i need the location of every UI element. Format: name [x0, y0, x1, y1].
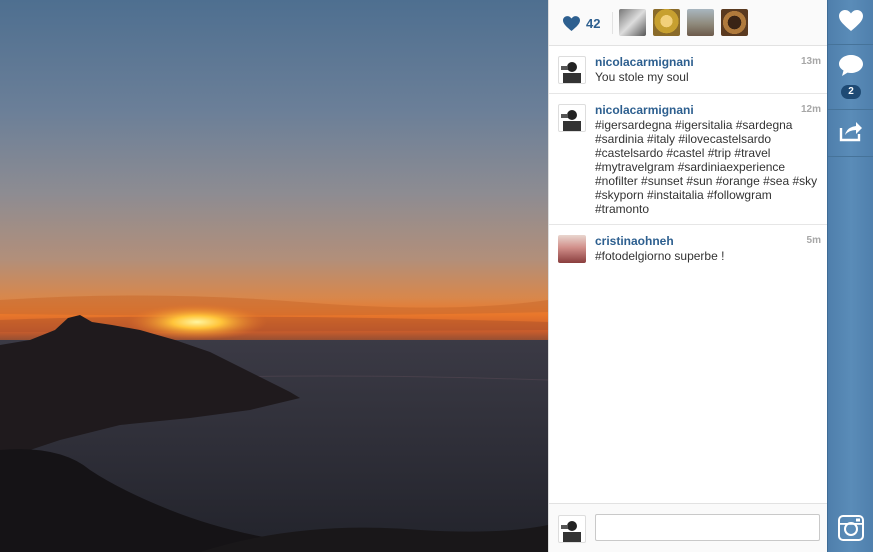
post-photo — [0, 0, 548, 552]
instagram-camera-icon[interactable] — [838, 515, 864, 541]
user-photo-icon — [561, 62, 581, 83]
avatar[interactable] — [558, 104, 586, 132]
comment-time: 12m — [800, 104, 821, 115]
comment-text: You stole my soul — [595, 70, 689, 84]
user-photo-icon — [561, 521, 581, 542]
likes-count: 42 — [586, 15, 601, 31]
likes-count-button[interactable]: 42 — [563, 12, 614, 34]
share-arrow-icon — [839, 122, 862, 142]
comment-username[interactable]: nicolacarmignani — [595, 103, 819, 117]
liker-avatar[interactable] — [653, 9, 680, 36]
comment-username[interactable]: nicolacarmignani — [595, 55, 819, 69]
avatar[interactable] — [558, 56, 586, 84]
comment-list: nicolacarmignani 13m You stole my soul n… — [549, 46, 827, 272]
user-photo-icon — [561, 110, 581, 131]
comment-item: cristinaohneh 5m #fotodelgiorno superbe … — [549, 225, 827, 272]
comment-composer — [549, 503, 827, 552]
liker-avatar[interactable] — [721, 9, 748, 36]
heart-icon — [839, 10, 863, 31]
likers-list — [619, 9, 748, 36]
comment-item: nicolacarmignani 12m #igersardegna #iger… — [549, 94, 827, 225]
comment-item: nicolacarmignani 13m You stole my soul — [549, 46, 827, 94]
comment-input[interactable] — [595, 514, 820, 541]
instagram-photo-viewer: 42 nicolacarmignani 13m You stole my sou… — [0, 0, 873, 552]
liker-avatar[interactable] — [619, 9, 646, 36]
share-button[interactable] — [828, 110, 873, 157]
comment-text: #fotodelgiorno superbe ! — [595, 249, 725, 263]
avatar[interactable] — [558, 235, 586, 263]
comment-text: #igersardegna #igersitalia #sardegna #sa… — [595, 118, 818, 216]
comment-username[interactable]: cristinaohneh — [595, 234, 819, 248]
comment-count-badge: 2 — [841, 85, 861, 99]
current-user-avatar — [558, 515, 586, 543]
comment-panel: 42 nicolacarmignani 13m You stole my sou… — [548, 0, 827, 552]
likes-bar: 42 — [549, 0, 827, 46]
comment-button[interactable]: 2 — [828, 45, 873, 110]
comment-time: 13m — [800, 56, 821, 67]
heart-icon — [563, 15, 580, 31]
speech-bubble-icon — [839, 55, 863, 76]
action-rail: 2 — [827, 0, 873, 552]
liker-avatar[interactable] — [687, 9, 714, 36]
comment-time: 5m — [806, 235, 821, 246]
like-button[interactable] — [828, 0, 873, 45]
sunset-scene — [0, 295, 548, 552]
